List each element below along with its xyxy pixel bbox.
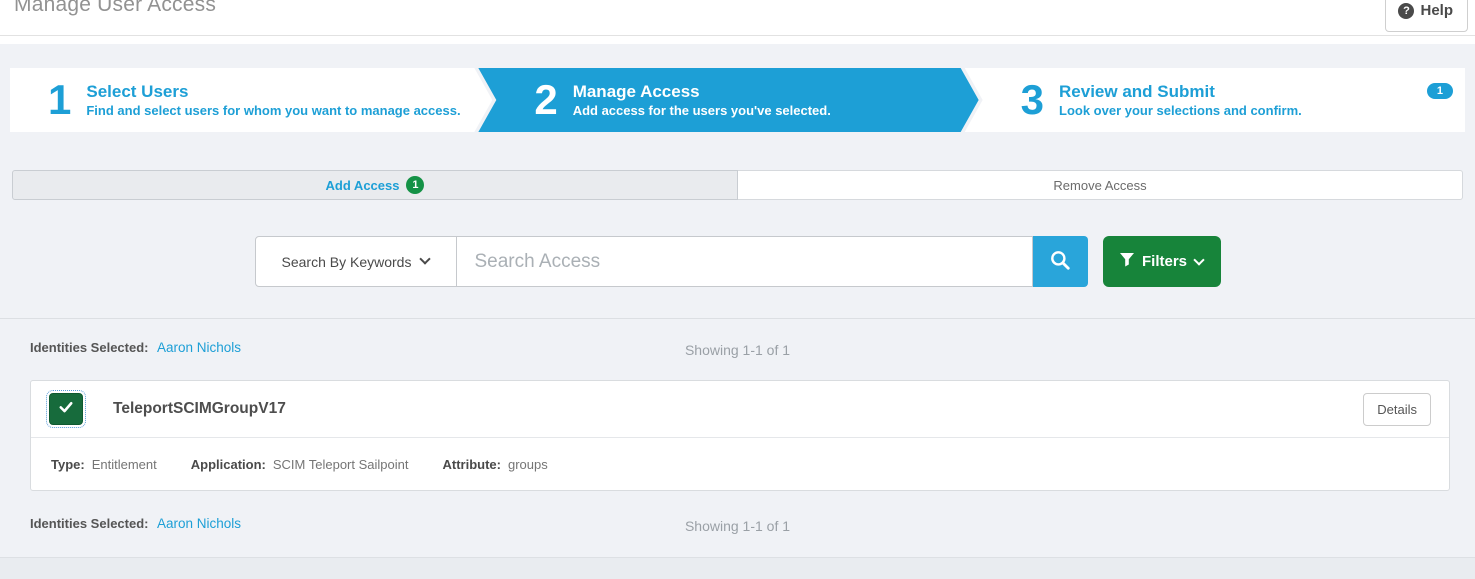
details-button[interactable]: Details bbox=[1363, 393, 1431, 426]
filters-button[interactable]: Filters bbox=[1103, 236, 1221, 287]
content-area: 1 Select Users Find and select users for… bbox=[0, 44, 1475, 579]
access-tabs: Add Access 1 Remove Access bbox=[12, 170, 1463, 200]
search-by-dropdown[interactable]: Search By Keywords bbox=[255, 236, 457, 287]
page-header: Manage User Access ? Help bbox=[0, 0, 1475, 36]
access-item-card: TeleportSCIMGroupV17 Details Type: Entit… bbox=[30, 380, 1450, 491]
step-1-title: Select Users bbox=[86, 81, 460, 102]
footer-bar bbox=[0, 557, 1475, 579]
help-button[interactable]: ? Help bbox=[1385, 0, 1468, 32]
chevron-down-icon bbox=[420, 253, 431, 264]
section-divider bbox=[0, 318, 1475, 319]
filters-button-label: Filters bbox=[1142, 253, 1187, 270]
type-label: Type: bbox=[51, 457, 85, 472]
checkmark-icon bbox=[57, 398, 75, 421]
step-3-number: 3 bbox=[1021, 79, 1044, 121]
tab-remove-access[interactable]: Remove Access bbox=[738, 170, 1463, 200]
step-2-text: Manage Access Add access for the users y… bbox=[573, 81, 831, 119]
application-label: Application: bbox=[191, 457, 266, 472]
identities-row-bottom: Identities Selected: Aaron Nichols Showi… bbox=[30, 515, 1445, 535]
showing-count-text: Showing 1-1 of 1 bbox=[30, 518, 1445, 534]
step-3-count-badge: 1 bbox=[1427, 83, 1453, 99]
tab-add-access-label: Add Access bbox=[326, 178, 400, 193]
type-value: Entitlement bbox=[92, 457, 157, 472]
step-3-subtitle: Look over your selections and confirm. bbox=[1059, 103, 1302, 119]
step-2-title: Manage Access bbox=[573, 81, 831, 102]
showing-count-text: Showing 1-1 of 1 bbox=[30, 342, 1445, 358]
tab-add-access[interactable]: Add Access 1 bbox=[12, 170, 738, 200]
search-row: Search By Keywords Filters bbox=[0, 236, 1475, 287]
add-access-count-badge: 1 bbox=[406, 176, 424, 194]
tab-remove-access-label: Remove Access bbox=[1053, 178, 1146, 193]
access-item-meta-row: Type: Entitlement Application: SCIM Tele… bbox=[31, 438, 1449, 490]
search-access-input[interactable] bbox=[457, 236, 1033, 287]
help-button-label: Help bbox=[1420, 2, 1453, 19]
identities-selected-label: Identities Selected: bbox=[30, 516, 148, 531]
step-1-text: Select Users Find and select users for w… bbox=[86, 81, 460, 119]
search-icon bbox=[1049, 249, 1071, 274]
step-2-subtitle: Add access for the users you've selected… bbox=[573, 103, 831, 119]
step-review-submit[interactable]: 3 Review and Submit Look over your selec… bbox=[965, 68, 1465, 132]
access-item-header-row: TeleportSCIMGroupV17 Details bbox=[31, 381, 1449, 437]
access-item-title: TeleportSCIMGroupV17 bbox=[113, 400, 286, 418]
question-mark-icon: ? bbox=[1398, 3, 1414, 19]
attribute-value: groups bbox=[508, 457, 548, 472]
attribute-label: Attribute: bbox=[442, 457, 501, 472]
step-2-number: 2 bbox=[534, 79, 557, 121]
step-1-number: 1 bbox=[48, 79, 71, 121]
search-by-dropdown-label: Search By Keywords bbox=[282, 254, 412, 270]
step-select-users[interactable]: 1 Select Users Find and select users for… bbox=[10, 68, 492, 132]
identities-selected-label: Identities Selected: bbox=[30, 340, 148, 355]
access-item-checkbox[interactable] bbox=[49, 393, 83, 425]
chevron-down-icon bbox=[1193, 254, 1204, 265]
identity-link-aaron-nichols[interactable]: Aaron Nichols bbox=[157, 340, 241, 355]
application-value: SCIM Teleport Sailpoint bbox=[273, 457, 409, 472]
step-3-title: Review and Submit bbox=[1059, 81, 1302, 102]
wizard-steps: 1 Select Users Find and select users for… bbox=[10, 68, 1465, 132]
filter-funnel-icon bbox=[1120, 253, 1134, 271]
identity-link-aaron-nichols[interactable]: Aaron Nichols bbox=[157, 516, 241, 531]
page-title: Manage User Access bbox=[14, 0, 216, 17]
step-manage-access[interactable]: 2 Manage Access Add access for the users… bbox=[478, 68, 978, 132]
search-button[interactable] bbox=[1033, 236, 1088, 287]
step-3-text: Review and Submit Look over your selecti… bbox=[1059, 81, 1302, 119]
step-1-subtitle: Find and select users for whom you want … bbox=[86, 103, 460, 119]
identities-row-top: Identities Selected: Aaron Nichols Showi… bbox=[30, 339, 1445, 359]
